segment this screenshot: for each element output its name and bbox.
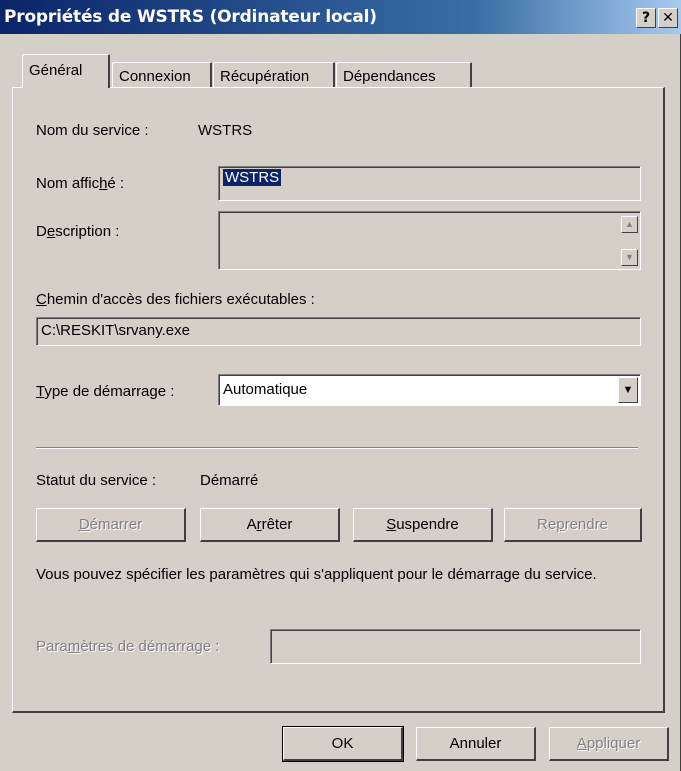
info-text: Vous pouvez spécifier les paramètres qui… — [36, 566, 597, 583]
display-name-field[interactable]: WSTRS — [218, 166, 641, 201]
description-field[interactable] — [218, 211, 641, 270]
stop-button[interactable]: Arrêter — [200, 508, 340, 542]
startup-type-label: Type de démarrage : — [36, 383, 175, 400]
status-value: Démarré — [200, 472, 259, 489]
tab-label: Récupération — [220, 68, 310, 85]
path-label: Chemin d'accès des fichiers exécutables … — [36, 291, 315, 308]
scroll-down-icon[interactable]: ▼ — [621, 249, 638, 266]
close-button[interactable]: ✕ — [658, 8, 678, 28]
resume-button[interactable]: Reprendre — [504, 508, 642, 542]
path-field: C:\RESKIT\srvany.exe — [36, 317, 641, 346]
tab-label: Connexion — [119, 68, 191, 85]
window-title: Propriétés de WSTRS (Ordinateur local) — [4, 7, 377, 27]
description-label: Description : — [36, 223, 120, 240]
service-name-label: Nom du service : — [36, 122, 149, 139]
scroll-up-icon[interactable]: ▲ — [621, 216, 638, 233]
params-field[interactable] — [270, 629, 641, 664]
help-button[interactable]: ? — [636, 8, 656, 28]
tab-label: Général — [29, 62, 83, 79]
display-name-label: Nom affiché : — [36, 175, 125, 192]
title-bar: Propriétés de WSTRS (Ordinateur local) ?… — [0, 0, 681, 34]
service-name-value: WSTRS — [198, 122, 253, 139]
status-label: Statut du service : — [36, 472, 157, 489]
tab-general[interactable]: Général — [22, 54, 110, 88]
start-button[interactable]: Démarrer — [36, 508, 186, 542]
separator — [36, 447, 638, 449]
ok-button[interactable]: OK — [282, 726, 404, 762]
path-value: C:\RESKIT\srvany.exe — [41, 322, 190, 339]
tab-connexion[interactable]: Connexion — [112, 62, 212, 90]
tab-label: Dépendances — [343, 68, 436, 85]
cancel-button[interactable]: Annuler — [416, 727, 536, 761]
params-label: Paramètres de démarrage : — [36, 638, 220, 655]
startup-type-value: Automatique — [223, 381, 308, 398]
display-name-value: WSTRS — [223, 169, 282, 186]
tab-recuperation[interactable]: Récupération — [213, 62, 335, 90]
apply-button[interactable]: Appliquer — [549, 727, 669, 761]
chevron-down-icon[interactable]: ▼ — [618, 377, 638, 403]
pause-button[interactable]: Suspendre — [353, 508, 493, 542]
startup-type-select[interactable]: Automatique ▼ — [218, 374, 641, 406]
tab-dependances[interactable]: Dépendances — [336, 62, 472, 90]
